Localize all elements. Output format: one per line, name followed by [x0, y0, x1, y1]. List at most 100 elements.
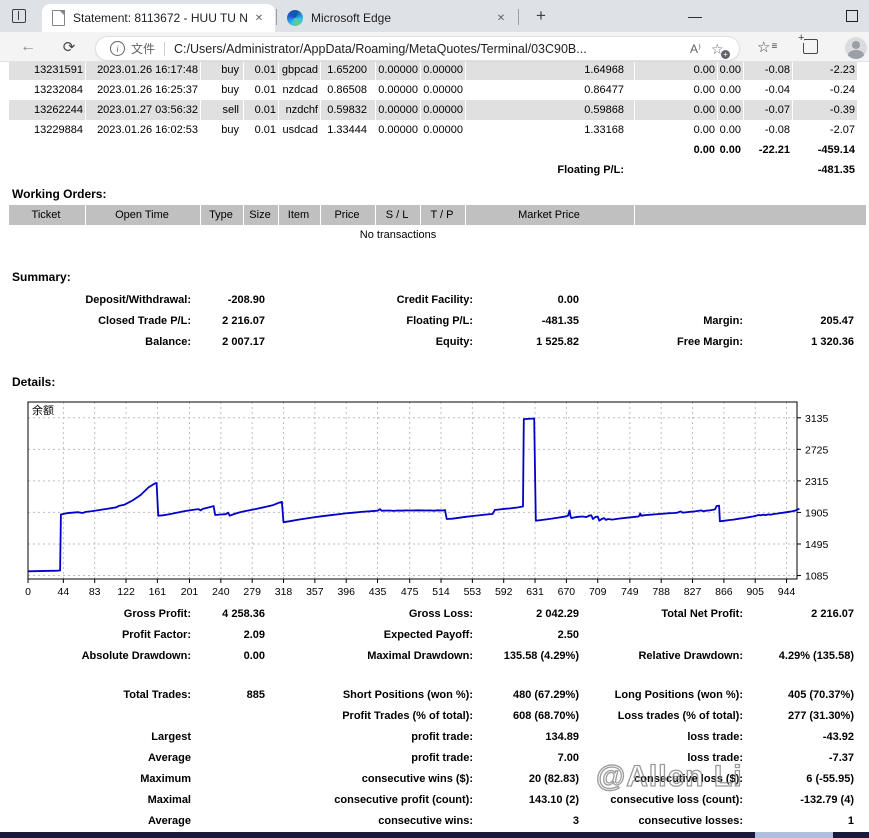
cell: -0.24 — [793, 80, 857, 100]
svg-text:788: 788 — [652, 586, 670, 598]
cell: 0.59832 — [321, 100, 375, 120]
cell: Relative Drawdown: — [582, 645, 745, 666]
address-bar[interactable]: i 文件 C:/Users/Administrator/AppData/Roam… — [95, 36, 740, 61]
cell: 0.00 — [718, 80, 743, 100]
cell: loss trade: — [582, 747, 745, 768]
cell: 1.33168 — [466, 120, 634, 140]
favorites-bar-icon[interactable]: ☆ — [757, 38, 776, 56]
cell — [194, 768, 267, 789]
cell: buy — [201, 62, 243, 80]
cell: 0.00 — [718, 62, 743, 80]
cell: 2023.01.26 16:25:37 — [86, 80, 200, 100]
collections-icon[interactable] — [803, 39, 818, 54]
stats-row: Averageconsecutive wins:3consecutive los… — [3, 810, 856, 831]
cell: 7.00 — [476, 747, 581, 768]
cell: 0.01 — [244, 120, 278, 140]
working-orders-header-cell: Size — [244, 205, 278, 225]
tab-statement[interactable]: Statement: 8113672 - HUU TU N ✕ — [42, 4, 275, 32]
profile-avatar[interactable] — [845, 37, 867, 59]
stats-row: Profit Trades (% of total):608 (68.70%)L… — [3, 705, 856, 726]
cell: 0.01 — [244, 80, 278, 100]
cell: -2.07 — [793, 120, 857, 140]
cell: Long Positions (won %): — [582, 684, 745, 705]
cell: 4 258.36 — [194, 603, 267, 624]
svg-text:866: 866 — [715, 586, 733, 598]
cell — [635, 160, 717, 180]
summary-row: Closed Trade P/L:2 216.07Floating P/L:-4… — [3, 310, 856, 331]
title-bar: Statement: 8113672 - HUU TU N ✕ Microsof… — [0, 0, 869, 32]
back-button[interactable]: ← — [17, 36, 39, 58]
cell — [582, 289, 745, 310]
details-title: Details: — [12, 375, 55, 389]
cell — [9, 140, 85, 160]
statement-page: 132315912023.01.26 16:17:48buy0.01gbpcad… — [0, 62, 869, 832]
stats-row: Averageprofit trade:7.00loss trade:-7.37 — [3, 747, 856, 768]
cell — [194, 705, 267, 726]
svg-text:1085: 1085 — [805, 571, 829, 583]
cell: consecutive loss ($): — [582, 768, 745, 789]
cell: Total Trades: — [3, 684, 193, 705]
cell: 1.65200 — [321, 62, 375, 80]
series-label: 余额 — [32, 403, 54, 417]
svg-text:435: 435 — [369, 586, 387, 598]
working-orders-header-row: TicketOpen TimeTypeSizeItemPriceS / LT /… — [9, 205, 866, 225]
cell — [279, 140, 320, 160]
svg-text:749: 749 — [621, 586, 639, 598]
cell: 0.01 — [244, 62, 278, 80]
info-icon[interactable]: i — [110, 41, 125, 56]
tab-divider — [518, 9, 519, 25]
cell: 2023.01.26 16:17:48 — [86, 62, 200, 80]
read-aloud-icon[interactable]: A⁾ — [690, 42, 701, 56]
cell: 143.10 (2) — [476, 789, 581, 810]
cell — [244, 140, 278, 160]
cell: profit trade: — [268, 726, 475, 747]
svg-text:122: 122 — [117, 586, 135, 598]
add-favorite-icon[interactable]: ☆ — [711, 41, 727, 57]
refresh-button[interactable]: ⟳ — [58, 36, 80, 58]
address-separator — [164, 42, 165, 56]
trade-row: 132298842023.01.26 16:02:53buy0.01usdcad… — [9, 120, 857, 140]
cell: 2.50 — [476, 624, 581, 645]
cell: -2.23 — [793, 62, 857, 80]
svg-text:318: 318 — [275, 586, 293, 598]
minimize-button[interactable]: — — [672, 0, 718, 32]
cell: 0.00000 — [376, 80, 420, 100]
maximize-button[interactable] — [835, 0, 869, 32]
svg-text:279: 279 — [243, 586, 261, 598]
cell: buy — [201, 80, 243, 100]
working-orders-header-cell: S / L — [376, 205, 420, 225]
cell: Maximum — [3, 768, 193, 789]
cell: Short Positions (won %): — [268, 684, 475, 705]
working-orders-table: TicketOpen TimeTypeSizeItemPriceS / LT /… — [8, 205, 867, 225]
tab-edge[interactable]: Microsoft Edge ✕ — [277, 4, 517, 32]
close-tab-icon[interactable]: ✕ — [493, 10, 509, 26]
tab-title: Statement: 8113672 - HUU TU N — [73, 11, 251, 25]
cell — [3, 705, 193, 726]
cell: 1 — [746, 810, 856, 831]
cell — [466, 140, 634, 160]
cell: 1 525.82 — [476, 331, 581, 352]
cell: -208.90 — [194, 289, 267, 310]
cell: 135.58 (4.29%) — [476, 645, 581, 666]
close-tab-icon[interactable]: ✕ — [251, 10, 267, 26]
cell: -0.07 — [744, 100, 792, 120]
cell — [746, 289, 856, 310]
tab-actions-menu-button[interactable] — [8, 6, 30, 26]
svg-text:631: 631 — [526, 586, 544, 598]
cell: -481.35 — [793, 160, 857, 180]
svg-text:553: 553 — [464, 586, 482, 598]
cell: -132.79 (4) — [746, 789, 856, 810]
working-orders-header-cell: Item — [279, 205, 320, 225]
stats-row: Absolute Drawdown:0.00Maximal Drawdown:1… — [3, 645, 856, 666]
svg-text:475: 475 — [401, 586, 419, 598]
working-orders-header-cell: Open Time — [86, 205, 200, 225]
cell: 13262244 — [9, 100, 85, 120]
svg-text:201: 201 — [181, 586, 199, 598]
trade-row: 132622442023.01.27 03:56:32sell0.01nzdch… — [9, 100, 857, 120]
cell: nzdchf — [279, 100, 320, 120]
cell: 0.86508 — [321, 80, 375, 100]
new-tab-button[interactable]: + — [530, 6, 552, 26]
working-orders-header-cell: T / P — [421, 205, 465, 225]
cell: sell — [201, 100, 243, 120]
taskbar-edge — [0, 832, 869, 838]
